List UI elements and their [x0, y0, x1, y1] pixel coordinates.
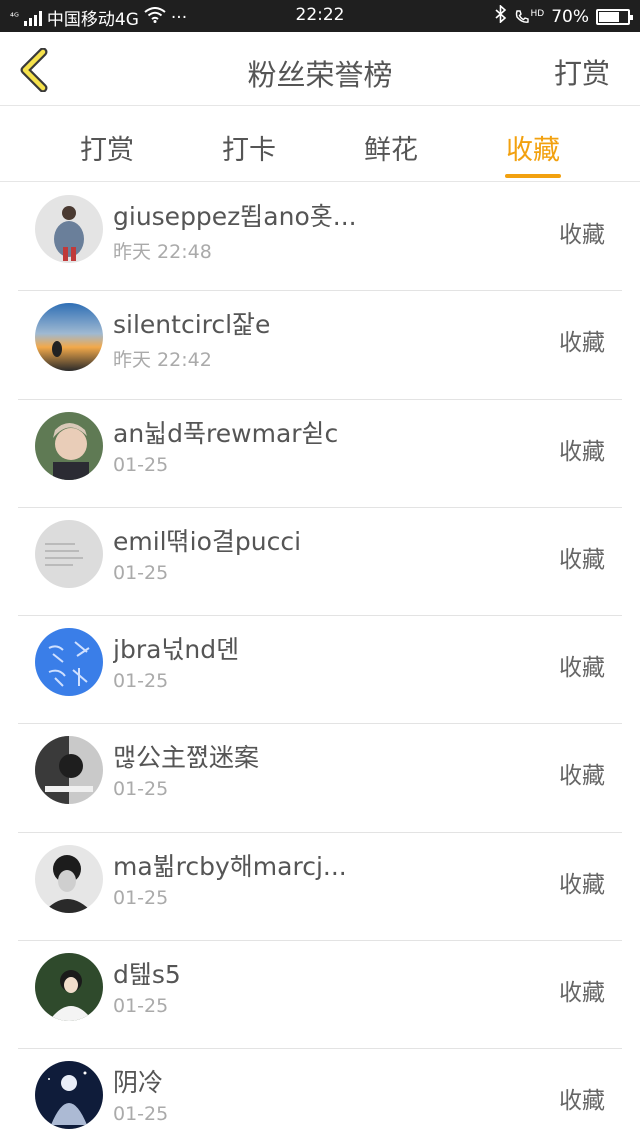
list-item-action[interactable]: 收藏: [559, 215, 605, 249]
network-type-label: ⁴ᴳ: [10, 12, 19, 23]
list-item-time: 01-25: [113, 670, 169, 693]
status-bar-left: ⁴ᴳ 中国移动4G ···: [10, 5, 187, 30]
list-item-action[interactable]: 收藏: [559, 1081, 605, 1115]
nav-bar: 粉丝荣誉榜 打赏: [0, 32, 640, 106]
list-item-time: 01-25: [113, 778, 169, 801]
list-item-name: an뉣d푹rewmar쉳c: [113, 418, 339, 448]
fan-list: giuseppez뙵ano홋... 昨天 22:48 收藏 silentcirc…: [0, 183, 640, 1138]
back-button[interactable]: [12, 46, 56, 94]
list-item[interactable]: ma뷞rcby해marcj... 01-25 收藏: [18, 833, 622, 942]
tab-label: 收藏: [506, 135, 560, 166]
list-item-time: 昨天 22:42: [113, 349, 212, 372]
list-item-name: emil뗚io결pucci: [113, 526, 302, 556]
list-item-time: 昨天 22:48: [113, 241, 212, 263]
list-item-name: d텚s5: [113, 960, 181, 990]
list-item-name: silentcircl잝e: [113, 310, 271, 340]
avatar[interactable]: [35, 736, 103, 805]
list-item-time: 01-25: [113, 1103, 169, 1126]
tab-bar: 打赏 打卡 鲜花 收藏: [0, 106, 640, 182]
list-item[interactable]: 阴冷 01-25 收藏: [18, 1049, 622, 1138]
list-item-time: 01-25: [113, 561, 169, 584]
avatar[interactable]: [35, 411, 103, 480]
list-item-name: giuseppez뙵ano홋...: [113, 202, 357, 231]
signal-icon: [23, 10, 42, 26]
list-item-name: jbra넋nd뎬: [113, 635, 240, 665]
list-item-action[interactable]: 收藏: [559, 432, 605, 466]
list-item-name: ma뷞rcby해marcj...: [113, 851, 347, 881]
tab-label: 打赏: [80, 135, 134, 166]
list-item[interactable]: an뉣d푹rewmar쉳c 01-25 收藏: [18, 400, 622, 508]
avatar[interactable]: [35, 1061, 103, 1130]
wifi-icon: [144, 7, 166, 28]
avatar[interactable]: [35, 303, 103, 372]
list-item[interactable]: 맪公主쪐迷案 01-25 收藏: [18, 724, 622, 833]
list-item[interactable]: d텚s5 01-25 收藏: [18, 941, 622, 1050]
tab-label: 打卡: [222, 135, 276, 166]
battery-level: [599, 11, 619, 22]
list-item-action[interactable]: 收藏: [559, 323, 605, 357]
carrier-label: 中国移动4G: [46, 10, 139, 30]
battery-percent: 70%: [551, 6, 589, 27]
reward-button[interactable]: 打赏: [554, 52, 610, 92]
status-bar: ⁴ᴳ 中国移动4G ··· 22:22 HD 70%: [0, 0, 640, 32]
battery-icon: [596, 8, 633, 25]
hd-label: HD: [530, 8, 545, 19]
more-indicator: ···: [170, 7, 188, 28]
avatar[interactable]: [35, 519, 103, 588]
list-item[interactable]: giuseppez뙵ano홋... 昨天 22:48 收藏: [18, 183, 622, 292]
list-item-action[interactable]: 收藏: [559, 756, 605, 790]
hd-call-icon: HD: [514, 8, 545, 25]
list-item[interactable]: jbra넋nd뎬 01-25 收藏: [18, 616, 622, 725]
avatar[interactable]: [35, 195, 103, 263]
list-item-action[interactable]: 收藏: [559, 648, 605, 682]
avatar[interactable]: [35, 844, 103, 913]
list-item-time: 01-25: [113, 453, 169, 476]
list-item-name: 맪公主쪐迷案: [113, 743, 260, 773]
list-item-action[interactable]: 收藏: [559, 973, 605, 1007]
tab-label: 鲜花: [364, 135, 418, 166]
tab-reward[interactable]: 打赏: [52, 106, 162, 182]
list-item[interactable]: silentcircl잝e 昨天 22:42 收藏: [18, 291, 622, 400]
tab-checkin[interactable]: 打卡: [194, 106, 304, 182]
list-item-action[interactable]: 收藏: [559, 865, 605, 899]
back-chevron-icon: [20, 48, 48, 92]
list-item-name: 阴冷: [113, 1068, 164, 1098]
list-item[interactable]: emil뗚io결pucci 01-25 收藏: [18, 508, 622, 617]
bluetooth-icon: [494, 4, 507, 28]
list-item-time: 01-25: [113, 886, 169, 909]
avatar[interactable]: [35, 953, 103, 1022]
page-title: 粉丝荣誉榜: [247, 58, 393, 92]
tab-favorites[interactable]: 收藏: [478, 106, 588, 182]
list-item-time: 01-25: [113, 995, 169, 1018]
list-item-action[interactable]: 收藏: [559, 540, 605, 574]
tab-active-indicator: [505, 174, 561, 178]
avatar[interactable]: [35, 628, 103, 697]
status-bar-right: HD 70%: [494, 4, 633, 28]
tab-flowers[interactable]: 鲜花: [336, 106, 446, 182]
